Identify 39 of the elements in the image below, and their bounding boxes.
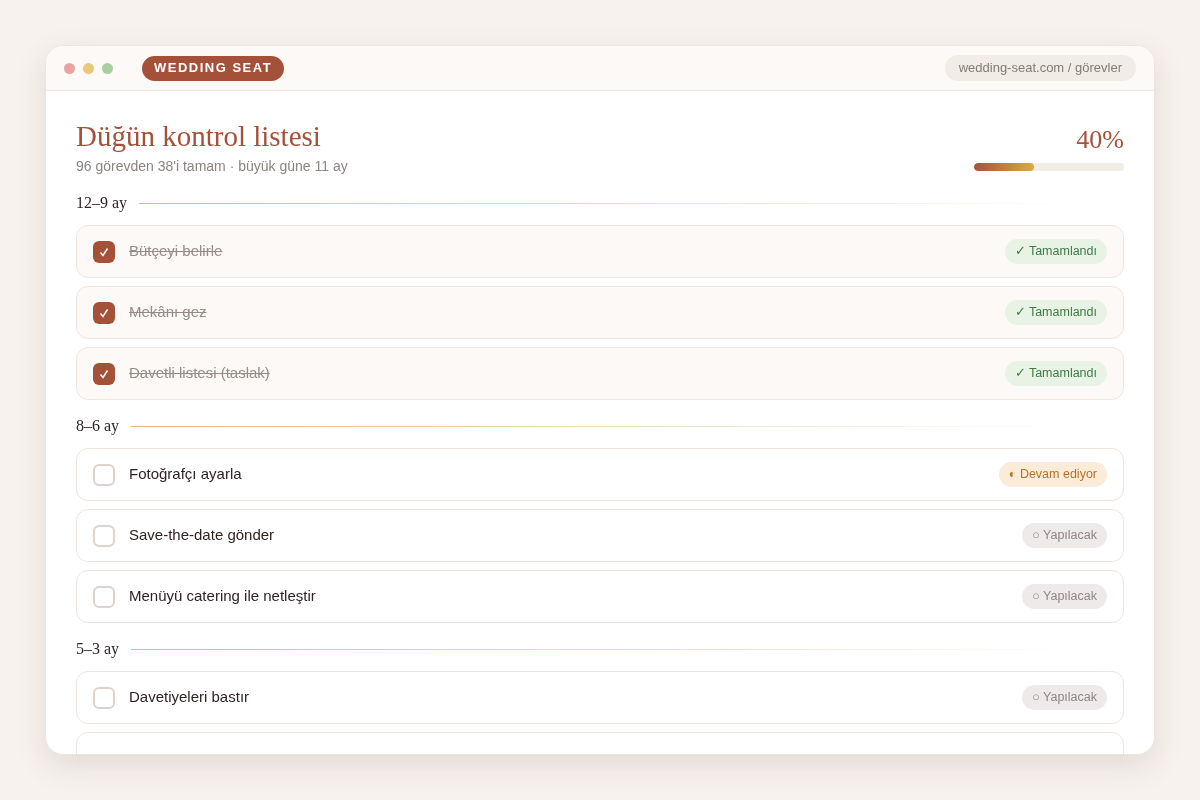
section-heading: 12–9 ay <box>76 193 128 214</box>
checkbox[interactable] <box>93 524 115 547</box>
task-name: Fotoğrafçı ayarla <box>129 464 242 485</box>
status-badge: ◐ Devam ediyor <box>998 462 1107 487</box>
task-name: Save-the-date gönder <box>129 525 275 546</box>
progress-percent: 40% <box>1076 125 1124 155</box>
page-subtitle: 96 görevden 38'i tamam · büyük güne 11 ay <box>76 157 348 176</box>
task-card[interactable]: Fotoğrafçı ayarla ◐ Devam ediyor <box>76 448 1124 501</box>
section-heading: 8–6 ay <box>76 416 120 437</box>
check-icon <box>99 368 109 379</box>
status-badge: ○ Yapılacak <box>1022 685 1107 710</box>
checkbox[interactable] <box>93 301 115 324</box>
checkbox[interactable] <box>93 686 115 709</box>
check-icon <box>99 246 109 257</box>
checkbox[interactable] <box>93 463 115 486</box>
task-card[interactable]: Davetli listesi (taslak) ✓ Tamamlandı <box>76 347 1124 400</box>
check-icon <box>99 307 109 318</box>
checkbox[interactable] <box>93 362 115 385</box>
task-name: Bütçeyi belirle <box>129 241 223 262</box>
status-badge: ✓ Tamamlandı <box>1004 361 1107 386</box>
status-badge: ○ Yapılacak <box>1022 523 1107 548</box>
checkbox[interactable] <box>93 585 115 608</box>
task-card[interactable]: Bütçeyi belirle ✓ Tamamlandı <box>76 225 1124 278</box>
task-name: Davetiyeleri bastır <box>129 687 250 708</box>
task-card[interactable]: Davetiyeleri bastır ○ Yapılacak <box>76 671 1124 724</box>
task-name: Davetli listesi (taslak) <box>129 363 270 384</box>
task-name: Menüyü catering ile netleştir <box>129 586 316 607</box>
brand-badge: WEDDING SEAT <box>142 55 285 81</box>
url-field[interactable]: wedding-seat.com / görevler <box>944 55 1136 81</box>
page-title: Düğün kontrol listesi <box>76 119 322 153</box>
status-badge: ✓ Tamamlandı <box>1004 239 1107 264</box>
task-name: Mekânı gez <box>129 302 207 323</box>
task-card[interactable]: Menüyü catering ile netleştir ○ Yapılacak <box>76 570 1124 623</box>
status-badge: ✓ Tamamlandı <box>1004 300 1107 325</box>
section-heading: 5–3 ay <box>76 639 120 660</box>
checkbox[interactable] <box>93 240 115 263</box>
status-badge: ○ Yapılacak <box>1022 584 1107 609</box>
task-card[interactable]: Save-the-date gönder ○ Yapılacak <box>76 509 1124 562</box>
task-card[interactable]: Mekânı gez ✓ Tamamlandı <box>76 286 1124 339</box>
